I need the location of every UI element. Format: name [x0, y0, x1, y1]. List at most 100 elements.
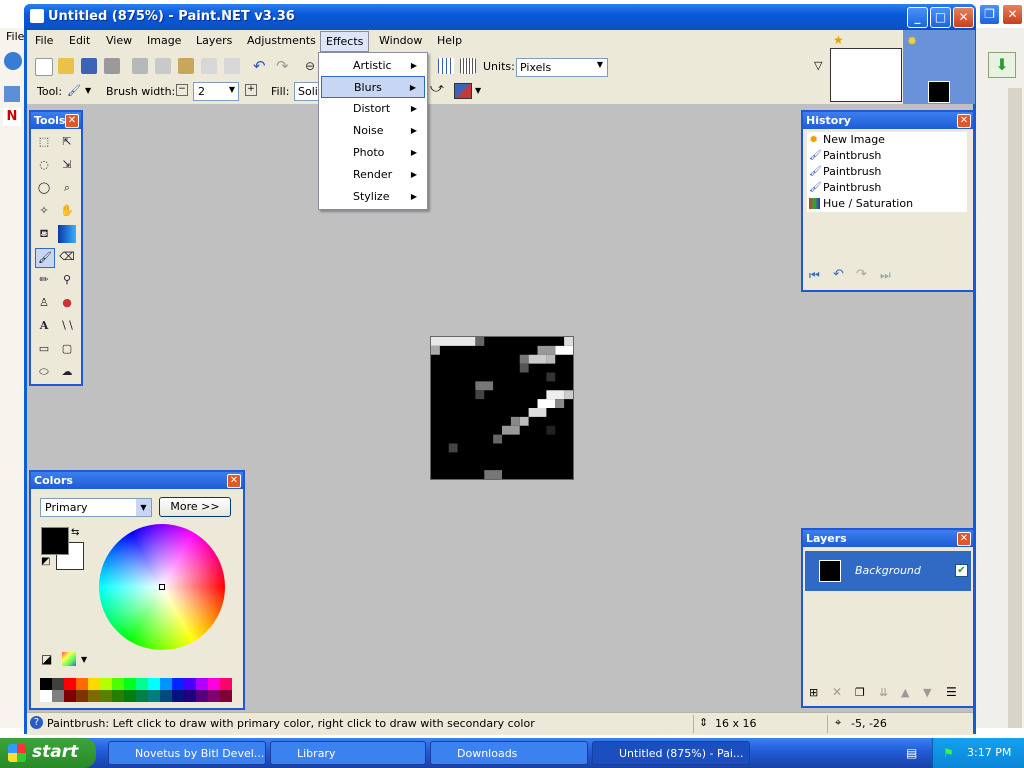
zoom-tool[interactable]: ⌕	[58, 179, 76, 197]
units-select[interactable]: Pixels ▼	[516, 58, 608, 77]
save-icon[interactable]	[81, 58, 97, 74]
taskbar-item[interactable]: Downloads	[430, 741, 588, 765]
rounded-rectangle-tool[interactable]: ▢	[58, 340, 76, 358]
crop-icon[interactable]	[201, 58, 217, 74]
brush-width-increase[interactable]: +	[245, 84, 257, 96]
brush-width-select[interactable]: 2 ▼	[193, 82, 239, 101]
color-palette[interactable]	[40, 678, 232, 702]
back-icon[interactable]	[4, 52, 22, 70]
more-colors-button[interactable]: More >>	[159, 497, 231, 517]
effects-menu-distort[interactable]: Distort ▶	[321, 98, 425, 120]
undo-icon[interactable]: ↶	[833, 267, 844, 282]
line-curve-tool[interactable]: ∖∖	[58, 317, 76, 335]
image-canvas[interactable]	[430, 336, 574, 480]
filter-icon[interactable]: ▽	[814, 59, 822, 72]
antialiasing-icon[interactable]: ⤻	[430, 82, 450, 98]
magic-wand-tool[interactable]: ✧	[35, 202, 53, 220]
redo-icon[interactable]: ↷	[276, 58, 292, 74]
search-icon[interactable]	[4, 86, 20, 102]
menu-help[interactable]: Help	[437, 34, 462, 47]
taskbar-item[interactable]: Novetus by Bitl Devel...	[108, 741, 266, 765]
color-picker-tool[interactable]: ⚲	[58, 271, 76, 289]
tools-panel-header[interactable]: Tools ✕	[31, 112, 81, 129]
history-item[interactable]: Hue / Saturation	[807, 196, 967, 212]
history-item[interactable]: 🖌 Paintbrush	[807, 180, 967, 196]
colors-panel-header[interactable]: Colors ✕	[31, 472, 243, 489]
layer-row-background[interactable]: Background ✔	[805, 551, 971, 591]
history-item[interactable]: 🖌 Paintbrush	[807, 148, 967, 164]
open-folder-icon[interactable]	[58, 58, 74, 74]
history-panel-header[interactable]: History ✕	[803, 112, 973, 129]
effects-menu-blurs[interactable]: Blurs ▶	[321, 76, 425, 98]
delete-layer-icon[interactable]: ✕	[832, 685, 842, 699]
undo-icon[interactable]: ↶	[253, 58, 269, 74]
deselect-icon[interactable]	[224, 58, 240, 74]
history-item[interactable]: 🖌 Paintbrush	[807, 164, 967, 180]
effects-menu-artistic[interactable]: Artistic ▶	[321, 55, 425, 77]
bg-restore-button[interactable]: ❐	[979, 4, 1000, 25]
palette-swatch-icon[interactable]: ◪	[41, 652, 52, 666]
color-mode-select[interactable]: Primary ▼	[40, 498, 152, 517]
redo-icon[interactable]: ↷	[856, 267, 867, 282]
tools-panel-close-icon[interactable]: ✕	[65, 114, 79, 128]
fast-forward-icon[interactable]: ⏭	[880, 268, 891, 283]
effects-menu-stylize[interactable]: Stylize ▶	[321, 186, 425, 208]
ellipse-tool[interactable]: ⬭	[35, 363, 53, 381]
blend-mode-icon[interactable]	[454, 83, 472, 99]
history-item[interactable]: ✹ New Image	[807, 132, 967, 148]
move-layer-down-icon[interactable]: ▼	[923, 686, 931, 699]
pencil-tool[interactable]: ✏	[35, 271, 53, 289]
menu-window[interactable]: Window	[379, 34, 422, 47]
menu-image[interactable]: Image	[147, 34, 181, 47]
effects-menu-noise[interactable]: Noise ▶	[321, 120, 425, 142]
merge-layer-icon[interactable]: ⇊	[879, 686, 888, 699]
menu-effects[interactable]: Effects	[320, 31, 370, 52]
grid-icon[interactable]	[438, 58, 454, 74]
lasso-select-tool[interactable]: ◌	[35, 156, 53, 174]
taskbar-item-active[interactable]: Untitled (875%) - Pai...	[592, 741, 750, 765]
rectangle-tool[interactable]: ▭	[35, 340, 53, 358]
copy-icon[interactable]	[155, 58, 171, 74]
color-wheel-cursor[interactable]	[159, 584, 165, 590]
primary-color-swatch[interactable]	[41, 527, 69, 555]
move-selection-tool[interactable]: ⇱	[58, 133, 76, 151]
rewind-icon[interactable]: ⏮	[809, 268, 820, 283]
network-icon[interactable]: ⚑	[943, 746, 954, 760]
ellipse-select-tool[interactable]: ◯	[35, 179, 53, 197]
colors-panel-close-icon[interactable]: ✕	[227, 474, 241, 488]
layers-panel-close-icon[interactable]: ✕	[957, 532, 971, 546]
layers-panel-header[interactable]: Layers ✕	[803, 530, 973, 547]
start-button[interactable]: start	[0, 738, 96, 768]
effects-menu-photo[interactable]: Photo ▶	[321, 142, 425, 164]
bg-scrollbar[interactable]	[1008, 88, 1022, 728]
keyboard-icon[interactable]: ▤	[906, 746, 917, 760]
move-selected-tool[interactable]: ⇲	[58, 156, 76, 174]
text-tool[interactable]: A	[35, 317, 53, 335]
bg-close-button[interactable]: ✕	[1002, 4, 1023, 25]
palette-menu-icon[interactable]	[62, 652, 76, 666]
recolor-tool[interactable]: ●	[58, 294, 76, 312]
image-thumbnail-1[interactable]	[830, 48, 902, 102]
clone-stamp-tool[interactable]: ♙	[35, 294, 53, 312]
move-layer-up-icon[interactable]: ▲	[901, 686, 909, 699]
duplicate-layer-icon[interactable]: ❐	[855, 686, 865, 699]
swap-colors-icon[interactable]: ⇆	[71, 527, 79, 538]
ruler-icon[interactable]	[460, 58, 476, 74]
download-arrow-icon[interactable]: ⬇	[988, 52, 1016, 78]
brush-width-decrease[interactable]: −	[176, 84, 188, 96]
gradient-tool[interactable]	[58, 225, 76, 243]
bg-app-file-menu[interactable]: File	[6, 30, 24, 43]
minimize-button[interactable]: _	[907, 7, 928, 28]
menu-edit[interactable]: Edit	[69, 34, 90, 47]
paint-bucket-tool[interactable]: ⛾	[35, 225, 53, 243]
paste-icon[interactable]	[178, 58, 194, 74]
pan-tool[interactable]: ✋	[58, 202, 76, 220]
menu-layers[interactable]: Layers	[196, 34, 232, 47]
menu-adjustments[interactable]: Adjustments	[247, 34, 316, 47]
menu-view[interactable]: View	[106, 34, 132, 47]
reset-colors-icon[interactable]: ◩	[41, 556, 50, 567]
freeform-shape-tool[interactable]: ☁	[58, 363, 76, 381]
add-layer-icon[interactable]: ⊞	[809, 686, 818, 699]
tool-selector[interactable]: 🖌 ▼	[65, 84, 93, 100]
print-icon[interactable]	[104, 58, 120, 74]
